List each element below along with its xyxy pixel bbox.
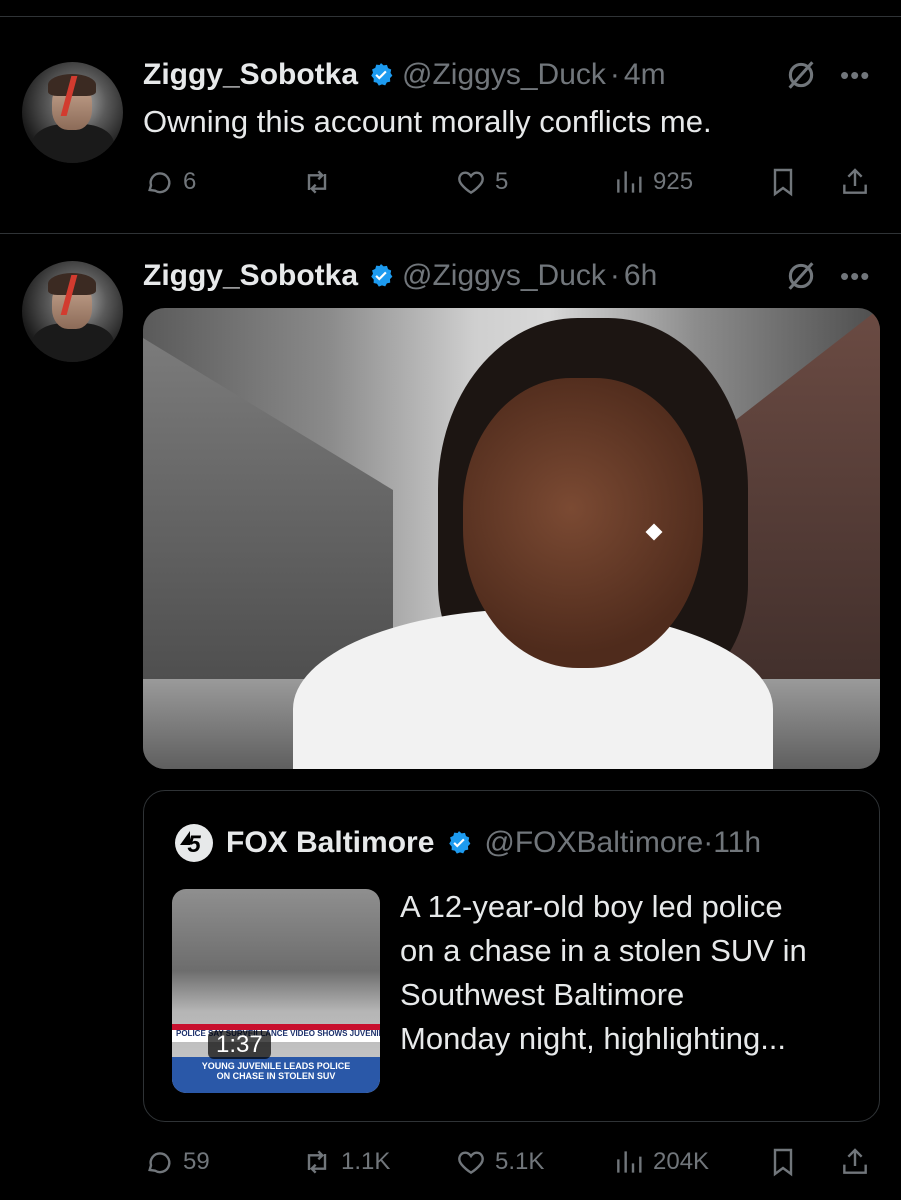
post-header: Ziggy_Sobotka @Ziggys_Duck · 4m [143,56,666,94]
reply-count: 59 [183,1148,210,1175]
post-actions: 6 5 925 [143,162,878,202]
repost-button[interactable]: 1.1K [301,1142,390,1182]
video-caption-top: POLICE SAY SURVEILLANCE VIDEO SHOWS JUVE… [176,1029,380,1038]
avatar[interactable] [22,261,123,362]
quoted-text: A 12-year-old boy led police on a chase … [400,885,860,1061]
repost-button[interactable] [301,162,341,202]
quoted-post-time[interactable]: 11h [713,826,761,860]
quoted-text-line: Monday night, highlighting... [400,1021,787,1056]
video-thumbnail[interactable]: POLICE SAY SURVEILLANCE VIDEO SHOWS JUVE… [172,889,380,1093]
like-icon [458,171,484,195]
post-divider [0,233,901,234]
repost-count: 1.1K [341,1148,391,1175]
reply-icon [148,172,171,194]
quoted-text-line: Southwest Baltimore [400,977,685,1012]
more-icon[interactable]: ••• [840,60,870,91]
bookmark-button[interactable] [767,162,807,202]
reply-icon [148,1152,171,1174]
post-text: Owning this account morally conflicts me… [143,104,712,139]
views-count: 204K [653,1148,710,1175]
grok-icon[interactable] [784,58,818,92]
author-handle[interactable]: @Ziggys_Duck [402,259,606,293]
share-button[interactable] [839,1142,879,1182]
post-time[interactable]: 4m [624,58,666,92]
separator: · [703,826,714,859]
quoted-author-name[interactable]: FOX Baltimore [226,826,434,860]
share-icon [843,168,867,194]
like-icon [458,1151,484,1175]
repost-icon [307,1150,327,1174]
verified-badge-icon [449,831,471,854]
repost-icon [307,170,327,194]
views-count: 925 [653,168,694,195]
views-icon [617,171,642,193]
video-duration: 1:37 [208,1031,271,1059]
portrait-face [463,378,703,668]
share-button[interactable] [839,162,879,202]
top-divider [0,16,901,17]
quoted-post[interactable]: 5 FOX Baltimore @FOXBaltimore · 11h POLI… [143,790,880,1122]
separator: · [609,259,620,292]
quoted-header: 5 FOX Baltimore @FOXBaltimore · 11h [174,823,761,863]
like-button[interactable]: 5 [455,162,508,202]
views-icon [617,1151,642,1173]
post-time[interactable]: 6h [624,259,657,293]
author-name[interactable]: Ziggy_Sobotka [143,58,358,92]
bookmark-icon [773,1148,793,1177]
fox45-logo-icon: 5 [175,824,213,862]
like-button[interactable]: 5.1K [455,1142,544,1182]
author-handle[interactable]: @Ziggys_Duck [402,58,606,92]
avatar[interactable] [22,62,123,163]
more-icon[interactable]: ••• [840,261,870,292]
reply-button[interactable]: 6 [143,162,196,202]
share-icon [843,1148,867,1174]
video-caption-bottom: YOUNG JUVENILE LEADS POLICE ON CHASE IN … [201,1061,351,1081]
separator: · [609,58,620,91]
post-image[interactable] [143,308,880,769]
grok-icon[interactable] [784,259,818,293]
quoted-author-handle[interactable]: @FOXBaltimore [484,826,703,860]
author-name[interactable]: Ziggy_Sobotka [143,259,358,293]
views-button[interactable]: 204K [613,1142,709,1182]
bookmark-button[interactable] [767,1142,807,1182]
verified-badge-icon [371,63,393,86]
reply-button[interactable]: 59 [143,1142,210,1182]
post-actions: 59 1.1K 5.1K 204K [143,1142,878,1182]
bookmark-icon [773,168,793,197]
like-count: 5 [495,168,509,195]
quoted-text-line: on a chase in a stolen SUV in [400,933,807,968]
quoted-text-line: A 12-year-old boy led police [400,889,783,924]
post-header: Ziggy_Sobotka @Ziggys_Duck · 6h [143,257,657,295]
verified-badge-icon [371,264,393,287]
views-button[interactable]: 925 [613,162,693,202]
like-count: 5.1K [495,1148,545,1175]
reply-count: 6 [183,168,197,195]
